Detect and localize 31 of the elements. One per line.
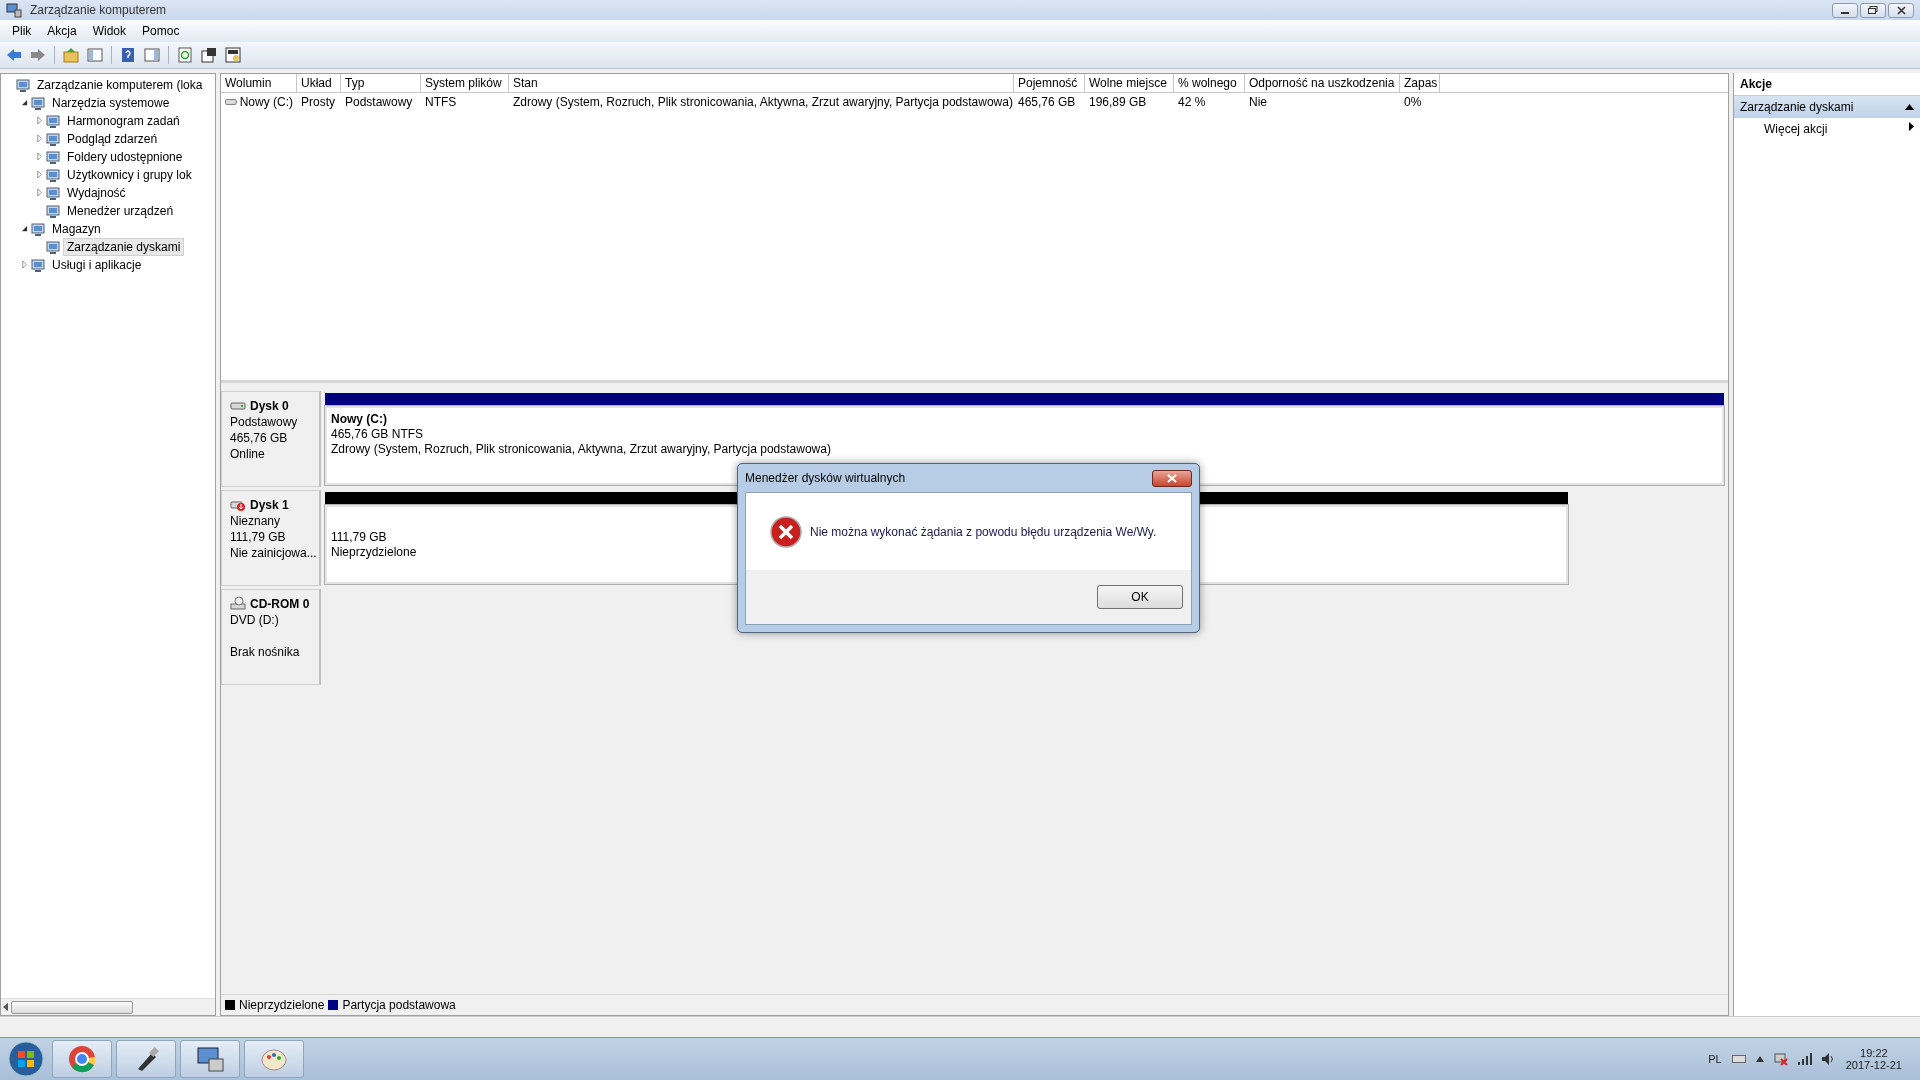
disk-type: DVD (D:) <box>230 613 280 628</box>
table-cell-text: 196,89 GB <box>1088 94 1148 111</box>
dialog-title: Menedżer dysków wirtualnych <box>745 471 906 485</box>
partition-info: Zdrowy (System, Rozruch, Plik stronicowania, Aktywna, Zrzut awaryjny, Partycja podstawowa) <box>331 442 831 456</box>
legend-label: Nieprzydzielone <box>239 998 325 1012</box>
partition-info: 465,76 GB NTFS <box>331 427 424 441</box>
disk-size: 465,76 GB <box>230 431 289 446</box>
disk-type: Nieznany <box>230 514 282 529</box>
partition-info: Nieprzydzielone <box>331 545 417 559</box>
table-cell-text: Podstawowy <box>344 94 414 111</box>
table-cell-text: Nie <box>1248 94 1268 111</box>
disk-name: Dysk 1 <box>250 498 289 512</box>
partition-title: Nowy (C:) <box>331 412 387 426</box>
table-cell: Nowy (C:) <box>221 93 297 111</box>
window-title: Zarządzanie komputerem <box>30 3 167 17</box>
partition-info: 111,79 GB <box>331 530 387 544</box>
disk-type: Podstawowy <box>230 415 299 430</box>
error-message: Nie można wykonać żądania z powodu błędu urządzenia We/Wy. <box>810 524 1157 539</box>
table-cell-text: Zdrowy (System, Rozruch, Plik stronicowania, Aktywna, Zrzut awaryjny, Partycja podstawowa) <box>512 94 1014 111</box>
disk-status: Brak nośnika <box>230 645 301 660</box>
table-cell-text: 42 % <box>1177 94 1207 111</box>
table-cell-text: 465,76 GB <box>1017 94 1077 111</box>
table-cell-text: NTFS <box>424 94 458 111</box>
disk-size: 111,79 GB <box>230 530 287 545</box>
legend-label: Partycja podstawowa <box>342 998 456 1012</box>
table-cell-text: Prosty <box>300 94 336 111</box>
disk-status: Nie zainicjowa... <box>230 546 318 561</box>
disk-name: Dysk 0 <box>250 399 289 413</box>
disk-name: CD-ROM 0 <box>250 597 310 611</box>
disk-status: Online <box>230 447 266 462</box>
table-cell-text: 0% <box>1403 94 1423 111</box>
